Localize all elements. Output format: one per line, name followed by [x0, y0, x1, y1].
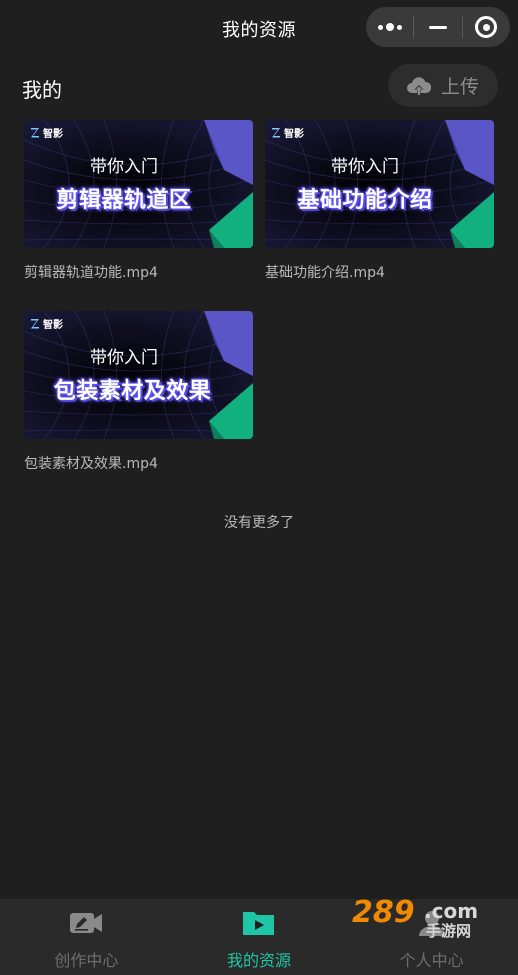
folder-play-icon: [243, 912, 274, 935]
thumbnail-headline: 包装素材及效果: [53, 379, 212, 404]
upload-button[interactable]: 上传: [388, 64, 498, 107]
video-filename[interactable]: 基础功能介绍.mp4: [265, 262, 494, 282]
section-title: 我的: [22, 78, 62, 102]
brand-name: 智影: [43, 129, 63, 140]
target-close-icon: [475, 16, 498, 38]
thumbnail-headline: 基础功能介绍: [297, 188, 433, 213]
video-filename[interactable]: 剪辑器轨道功能.mp4: [24, 262, 253, 282]
video-thumbnail[interactable]: 智影 带你入门 剪辑器轨道区: [24, 120, 253, 248]
brand-logo: 智影: [30, 125, 63, 140]
thumbnail-subtitle: 带你入门: [90, 157, 158, 177]
svg-text:.com: .com: [424, 899, 478, 923]
tab-label: 个人中心: [399, 951, 464, 970]
upload-label: 上传: [440, 76, 479, 98]
video-filename[interactable]: 包装素材及效果.mp4: [24, 453, 253, 473]
close-button[interactable]: [463, 7, 510, 47]
brand-name: 智影: [284, 129, 304, 140]
title-bar: 我的资源: [0, 0, 518, 58]
more-dots-icon: [377, 23, 402, 31]
list-end-text: 没有更多了: [224, 515, 294, 531]
brand-logo: 智影: [30, 316, 63, 331]
more-button[interactable]: [366, 7, 413, 47]
minimize-button[interactable]: [414, 7, 461, 47]
brand-mark-icon: [31, 319, 39, 329]
thumbnail-subtitle: 带你入门: [331, 157, 399, 177]
tab-label: 创作中心: [54, 951, 119, 970]
video-thumbnail[interactable]: 智影 带你入门 基础功能介绍: [265, 120, 494, 248]
video-card[interactable]: 智影 带你入门 剪辑器轨道区 剪辑器轨道功能.mp4: [24, 120, 253, 282]
tab-my-resources[interactable]: 我的资源: [173, 899, 346, 975]
thumbnail-subtitle: 带你入门: [90, 348, 158, 368]
brand-name: 智影: [43, 320, 63, 331]
video-thumbnail[interactable]: 智影 带你入门 包装素材及效果: [24, 311, 253, 439]
svg-text:手游网: 手游网: [426, 922, 471, 940]
brand-logo: 智影: [271, 125, 304, 140]
mini-program-capsule: [366, 7, 510, 47]
cloud-upload-icon: [407, 76, 431, 95]
video-card[interactable]: 智影 带你入门 基础功能介绍 基础功能介绍.mp4: [265, 120, 494, 282]
brand-mark-icon: [272, 128, 280, 138]
page: 我的资源 我的 上传 智影 带你入门 剪辑器轨道区 剪辑器轨道功能.mp4 智影…: [0, 0, 518, 975]
thumbnail-headline: 剪辑器轨道区: [56, 188, 192, 213]
brand-mark-icon: [31, 128, 39, 138]
tab-creation-center[interactable]: 创作中心: [0, 899, 173, 975]
site-watermark: 289 .com 手游网: [352, 895, 478, 940]
camera-edit-icon: [70, 913, 103, 933]
tab-label: 我的资源: [227, 951, 292, 970]
minus-icon: [429, 25, 447, 29]
svg-text:289: 289: [352, 895, 415, 930]
video-card[interactable]: 智影 带你入门 包装素材及效果 包装素材及效果.mp4: [24, 311, 253, 473]
